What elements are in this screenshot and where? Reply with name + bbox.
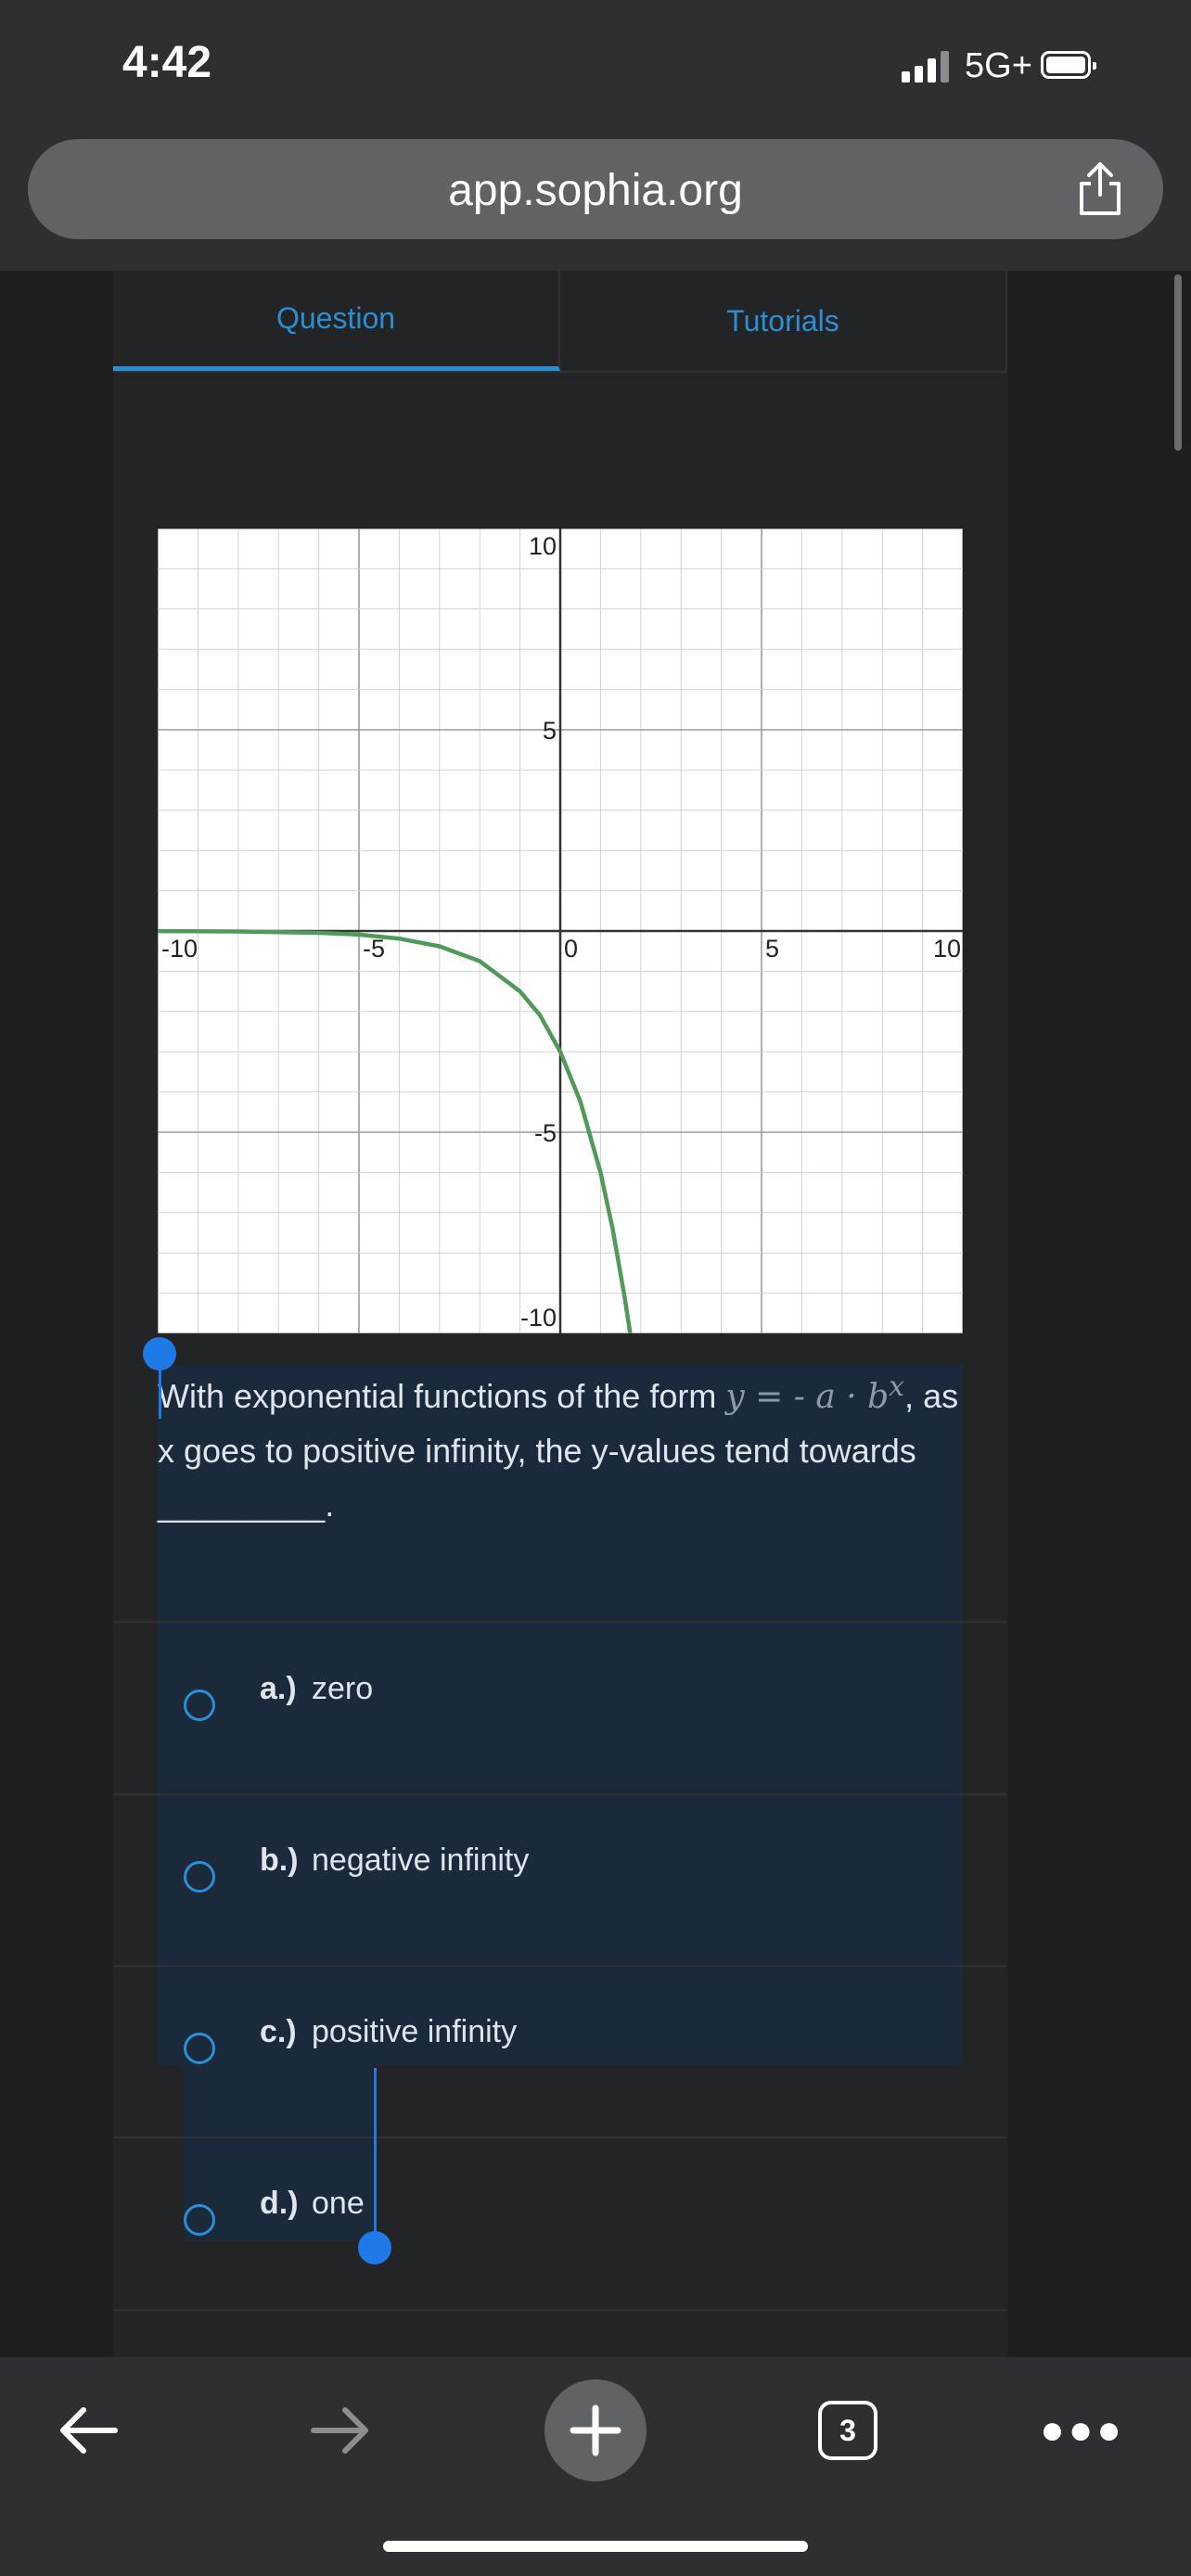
- radio-button[interactable]: [184, 1690, 215, 1721]
- x-tick-label: 5: [765, 935, 779, 963]
- share-icon[interactable]: [1072, 159, 1128, 219]
- battery-icon: [1041, 51, 1096, 79]
- arrow-right-icon: [311, 2407, 368, 2454]
- page-scrollbar[interactable]: [1174, 274, 1182, 451]
- x-tick-label: 10: [933, 935, 961, 963]
- y-tick-label: 10: [529, 532, 557, 560]
- question-formula: y = - a · b: [725, 1378, 890, 1416]
- arrow-left-icon: [60, 2407, 118, 2454]
- x-tick-label: 0: [564, 935, 578, 963]
- y-tick-label: -5: [534, 1119, 557, 1147]
- question-lead: With exponential functions of the form: [158, 1377, 726, 1415]
- option-letter: d.): [260, 2186, 299, 2221]
- tab-count: 3: [818, 2401, 877, 2460]
- web-page: Question Tutorials -10 -5 0 5 10 10 5 -5 -10 Wit…: [0, 271, 1191, 2357]
- question-card: Question Tutorials -10 -5 0 5 10 10 5 -5 -10 Wit…: [113, 271, 1007, 2357]
- back-button[interactable]: [37, 2379, 139, 2481]
- exponential-graph: -10 -5 0 5 10105-5-10: [158, 529, 963, 1333]
- radio-button[interactable]: [184, 1861, 215, 1893]
- question-text: With exponential functions of the form y…: [158, 1360, 963, 1532]
- network-label: 5G+: [965, 46, 1032, 85]
- tabs-button[interactable]: 3: [797, 2379, 899, 2481]
- url-text[interactable]: app.sophia.org: [28, 165, 1163, 216]
- status-time: 4:42: [122, 38, 212, 87]
- question-formula-exponent: x: [889, 1371, 905, 1403]
- more-icon: ●●●: [1040, 2407, 1125, 2453]
- option-text: positive infinity: [312, 2014, 518, 2049]
- option-letter: a.): [260, 1671, 297, 1706]
- browser-toolbar: 3 ●●●: [0, 2357, 1191, 2576]
- option-d[interactable]: d.) one: [184, 2137, 981, 2308]
- option-text: negative infinity: [312, 1843, 530, 1878]
- status-bar: 4:42 5G+: [0, 0, 1191, 139]
- selection-end-handle[interactable]: [358, 2231, 391, 2264]
- option-b[interactable]: b.) negative infinity: [184, 1794, 981, 1965]
- option-a[interactable]: a.) zero: [184, 1623, 981, 1793]
- option-text: one: [312, 2186, 365, 2221]
- radio-button[interactable]: [184, 2204, 215, 2236]
- option-letter: c.): [260, 2014, 297, 2049]
- home-indicator: [383, 2541, 808, 2552]
- x-tick-label: -10: [161, 935, 198, 963]
- new-tab-button[interactable]: [544, 2379, 647, 2481]
- option-letter: b.): [260, 1843, 299, 1878]
- more-button[interactable]: ●●●: [1031, 2379, 1133, 2481]
- selection-start-caret: [159, 1365, 161, 1419]
- option-text: zero: [312, 1671, 374, 1706]
- selection-end-caret: [374, 2068, 377, 2233]
- radio-button[interactable]: [184, 2033, 215, 2064]
- signal-icon: [902, 51, 949, 83]
- option-c[interactable]: c.) positive infinity: [184, 1966, 981, 2136]
- plus-icon: [570, 2404, 621, 2456]
- forward-button[interactable]: [289, 2379, 391, 2481]
- tab-bar: Question Tutorials: [113, 271, 1007, 373]
- browser-chrome: app.sophia.org: [0, 139, 1191, 271]
- y-tick-label: -10: [520, 1304, 557, 1332]
- y-tick-label: 5: [543, 717, 557, 745]
- tab-tutorials[interactable]: Tutorials: [560, 271, 1007, 371]
- address-bar[interactable]: app.sophia.org: [28, 139, 1163, 239]
- divider: [113, 2309, 1007, 2311]
- tab-question[interactable]: Question: [113, 271, 560, 371]
